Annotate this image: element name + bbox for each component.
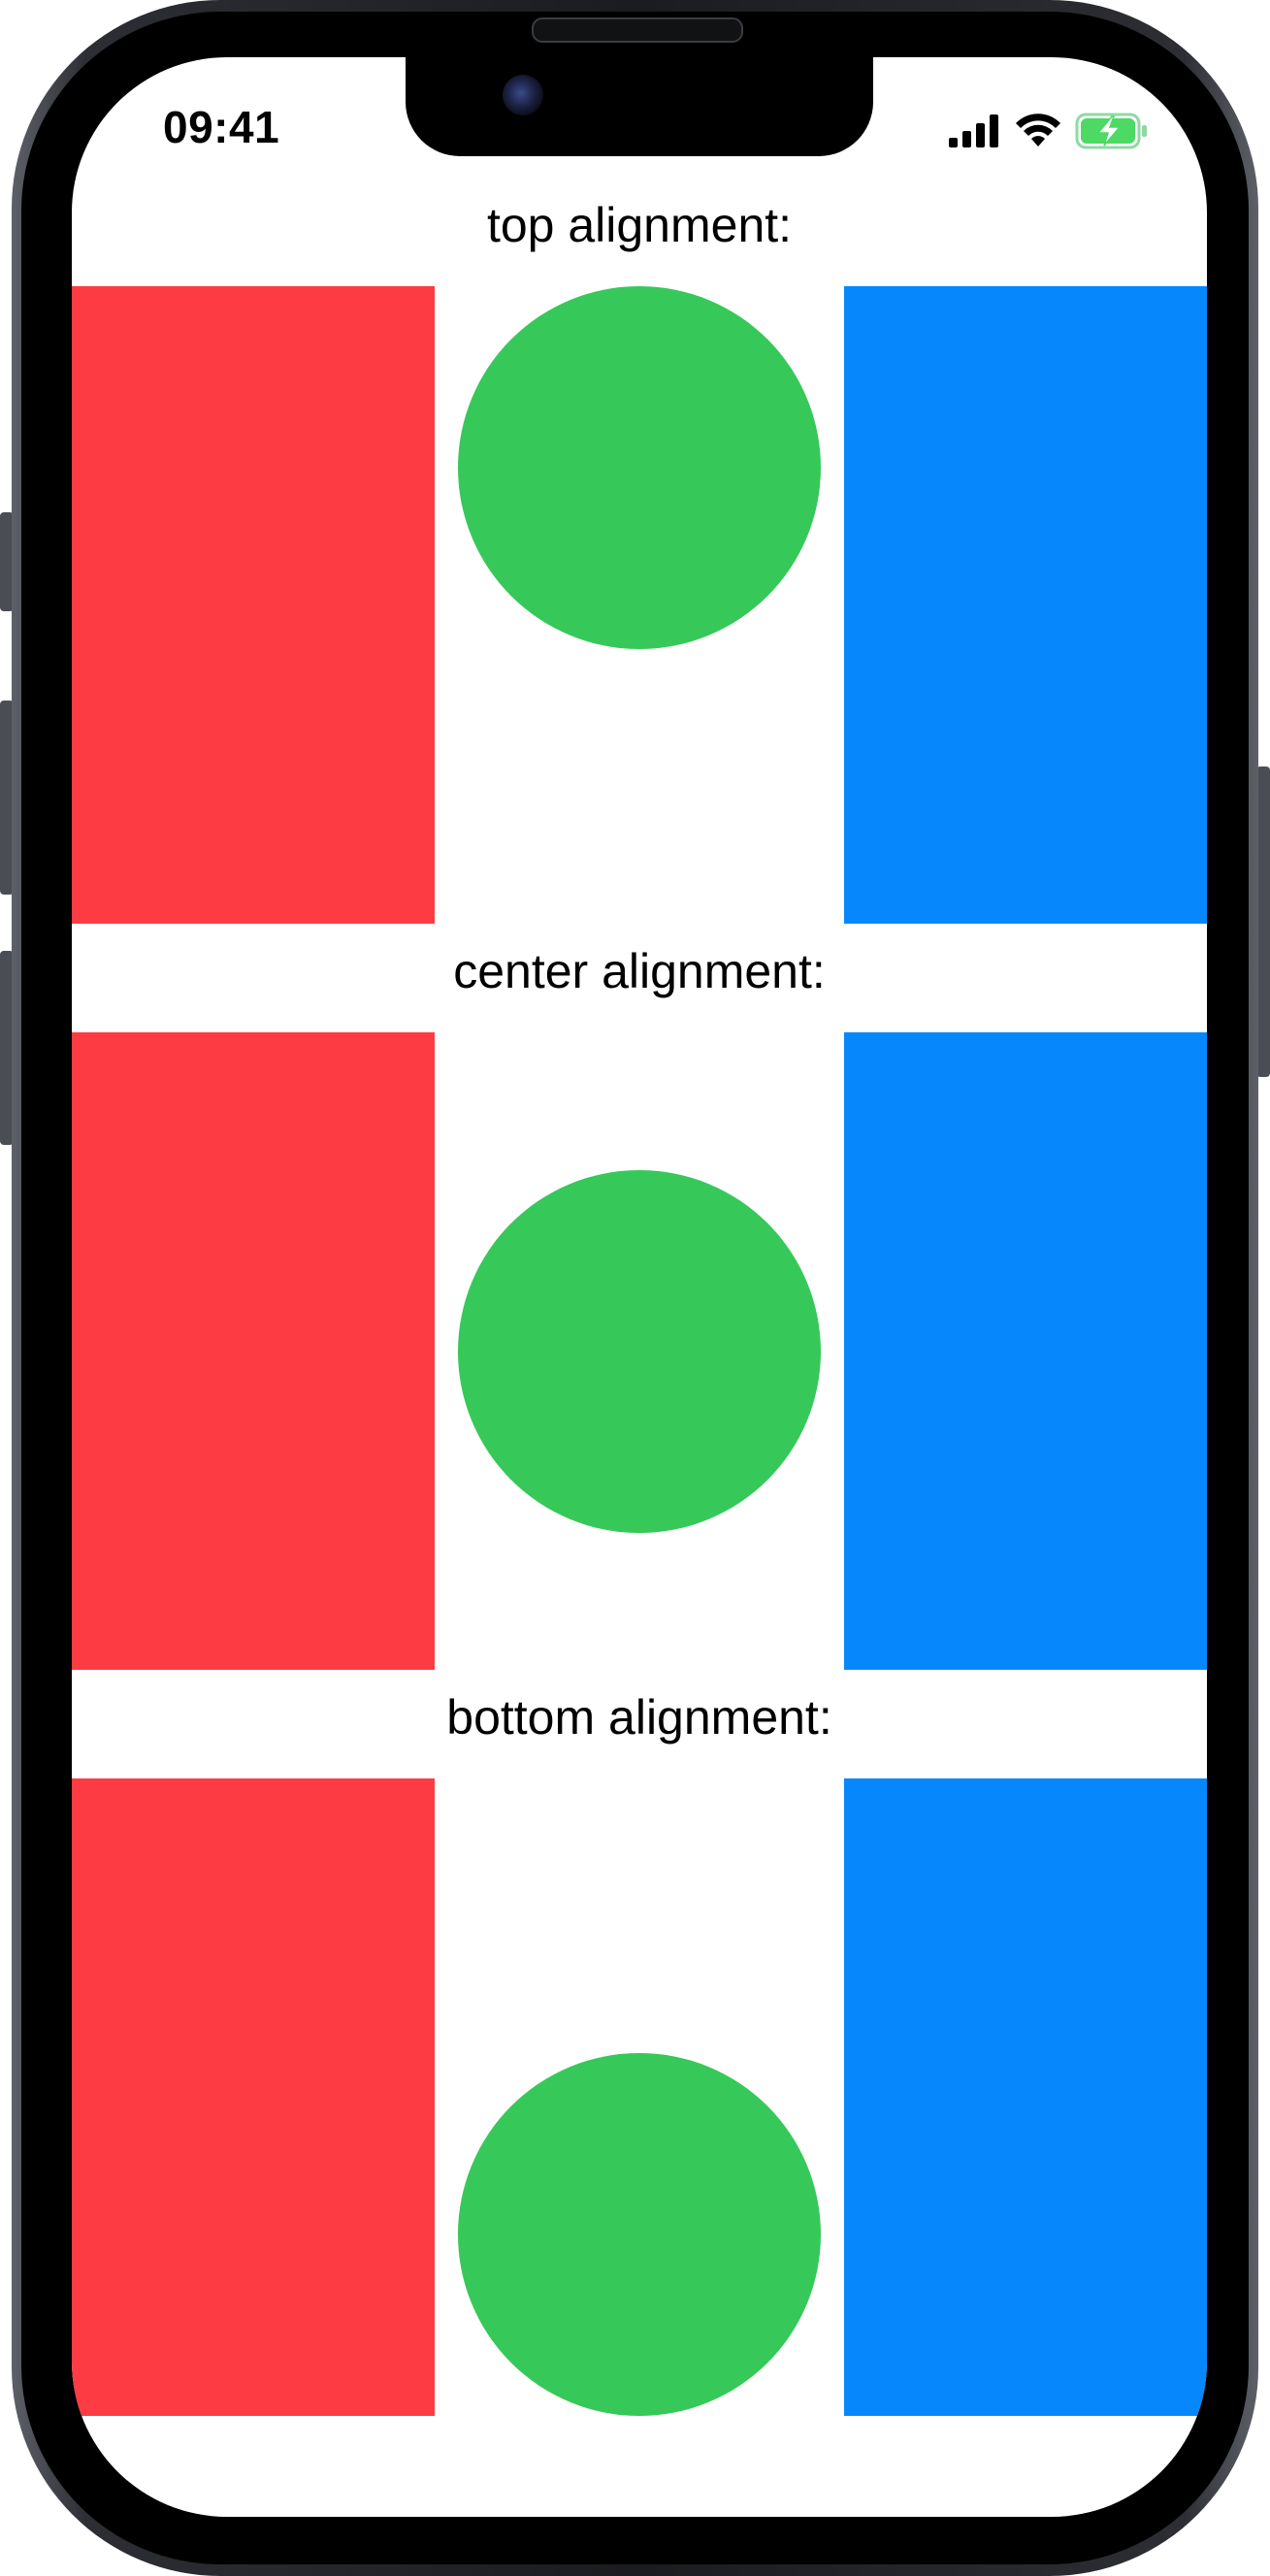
iphone-device: 09:41 top alignment: center alignment: b… xyxy=(0,0,1270,2576)
red-rectangle xyxy=(72,286,435,924)
status-time: 09:41 xyxy=(163,102,280,152)
green-circle xyxy=(458,286,821,649)
battery-charging-icon xyxy=(1075,113,1147,149)
red-rectangle xyxy=(72,1778,435,2416)
notch xyxy=(406,57,873,156)
blue-rectangle xyxy=(844,1778,1207,2416)
front-camera-icon xyxy=(503,75,543,115)
blue-rectangle xyxy=(844,286,1207,924)
cellular-signal-icon xyxy=(949,114,998,147)
section-label-bottom: bottom alignment: xyxy=(446,1690,832,1745)
red-rectangle xyxy=(72,1032,435,1670)
green-circle xyxy=(458,1170,821,1533)
green-circle xyxy=(458,2053,821,2416)
blue-rectangle xyxy=(844,1032,1207,1670)
section-label-top: top alignment: xyxy=(486,198,793,252)
earpiece-speaker xyxy=(532,17,743,43)
section-label-center: center alignment: xyxy=(453,944,826,998)
wifi-icon xyxy=(1016,114,1060,147)
power-button xyxy=(1256,766,1270,1077)
screen: 09:41 top alignment: center alignment: b… xyxy=(72,57,1207,2517)
status-icons xyxy=(949,112,1149,150)
